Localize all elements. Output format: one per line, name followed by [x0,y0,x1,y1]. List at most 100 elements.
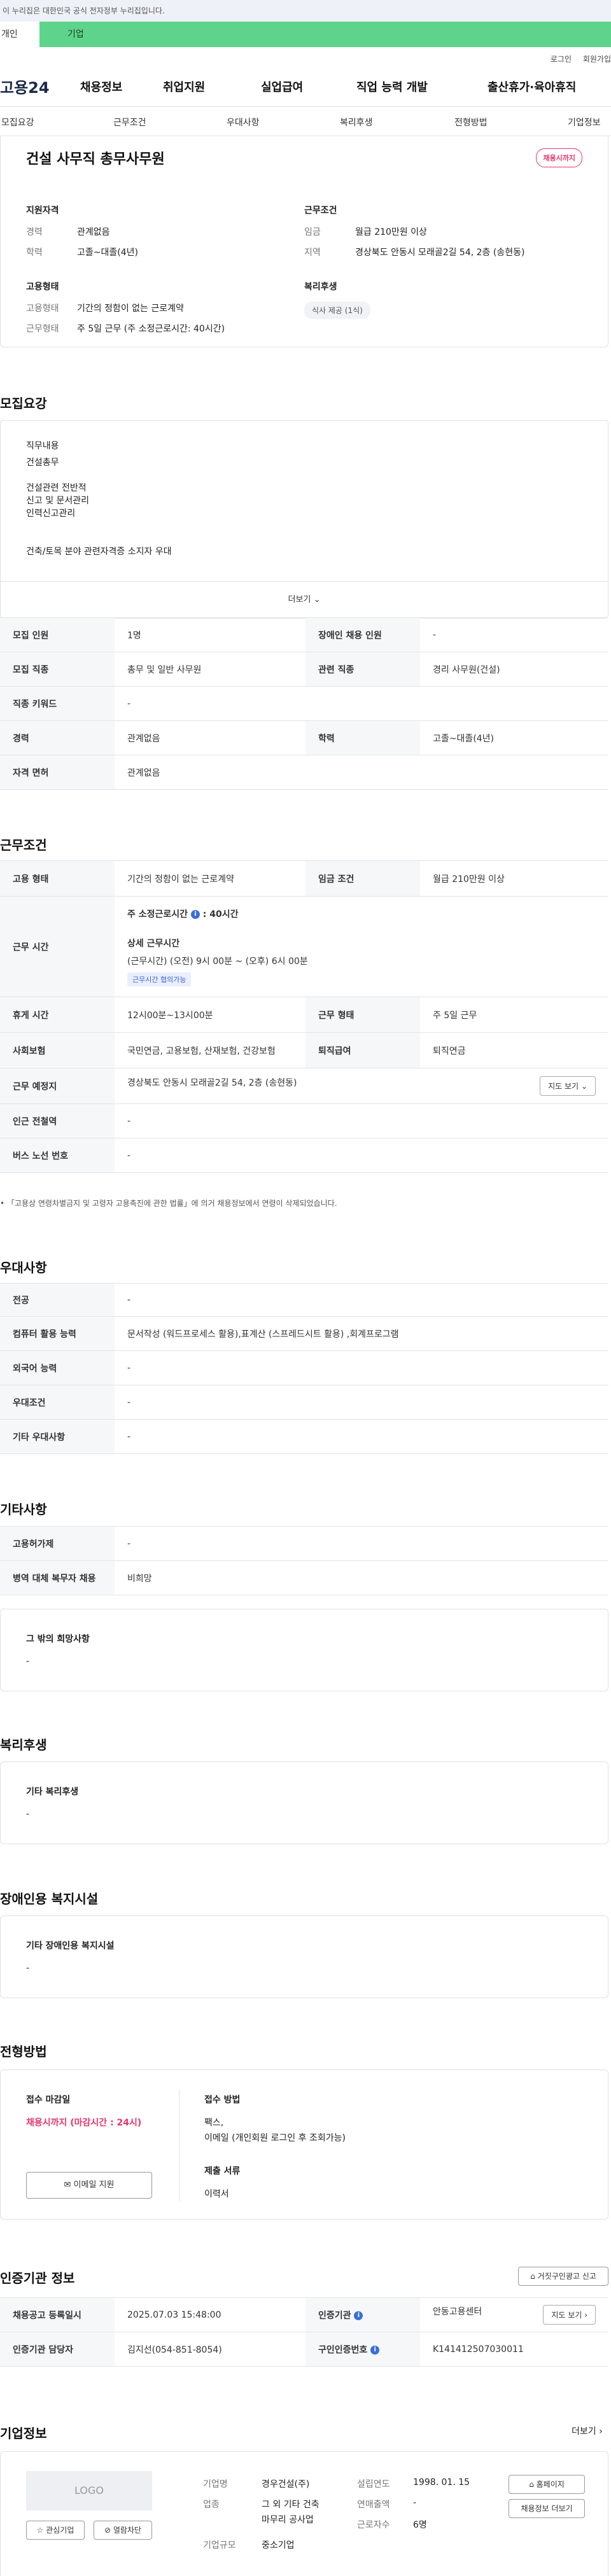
homepage-label: 홈페이지 [536,2480,565,2489]
work-table: 고용 형태 기간의 정함이 없는 근로계약 임금 조건 월급 210만원 이상 근무 … [0,860,608,1173]
gnb-item-employment-support[interactable]: 취업지원 [163,78,261,95]
gnb-item-unemployment[interactable]: 실업급여 [261,78,356,95]
home-icon: ⌂ [529,2480,534,2489]
cell-value: 총무 및 일반 사무원 [115,652,306,687]
cell-label: 근무 시간 [0,896,115,997]
recruit-heading: 모집요강 [0,396,47,411]
company-more-link[interactable]: 더보기 › [572,2425,603,2437]
chevron-right-icon: › [584,2311,587,2320]
cell-label: 근무 예정지 [0,1068,115,1104]
info-icon[interactable]: i [354,2311,363,2320]
cell-value: 월급 210만원 이상 [420,860,608,897]
page-title: 건설 사무직 총무사무원 [26,151,165,167]
cell-value: 주 5일 근무 [420,997,608,1033]
selection-box: 접수 마감일 채용시까지 (마감시간 : 24시) ✉ 이메일 지원 접수 방법… [0,2069,608,2220]
qual-label: 학력 [26,248,43,258]
cell-value: - [115,1526,608,1561]
map-view-button[interactable]: 지도 보기 ⌄ [540,1076,596,1096]
cell-label: 구인인증번호 [318,2344,368,2355]
employment-heading: 고용형태 [26,282,59,292]
work-heading: 근무조건 [0,837,47,853]
cell-label: 모집 인원 [0,617,115,652]
cell-label: 근무 형태 [306,997,420,1033]
favorite-label: 관심기업 [46,2526,74,2535]
emp-value: 주 5일 근무 (주 소정근로시간: 40시간) [77,324,225,334]
job-description-line: 신고 및 문서관리 [26,496,90,506]
job-description-line: 건설관련 전반적 [26,483,87,493]
cell-label: 장애인 채용 인원 [306,617,420,652]
qual-value: 고졸~대졸(4년) [77,248,138,258]
age-notice: • 「고용상 연령차별금지 및 고령자 고용촉진에 관한 법률」에 의거 채용정… [0,1199,337,1208]
favorite-company-button[interactable]: ☆ 관심기업 [26,2521,85,2540]
tab-company-info[interactable]: 기업정보 [568,116,601,129]
gov-notice: 이 누리집은 대한민국 공식 전자정부 누리집입니다. [0,0,611,22]
job-description: 직무내용 건설총무 건설관련 전반적 신고 및 문서관리 인력신고관리 건축/토목 분야 … [1,421,608,581]
cell-label: 직종 키워드 [0,686,115,721]
sales-value: - [413,2498,417,2508]
agency-map-button[interactable]: 지도 보기 › [543,2305,596,2325]
cell-label: 사회보험 [0,1032,115,1068]
agency-value-cell: 안동고용센터 지도 보기 › [420,2297,608,2332]
more-jobs-button[interactable]: 채용정보 더보기 [509,2499,585,2518]
cell-label: 경력 [0,720,115,755]
homepage-button[interactable]: ⌂ 홈페이지 [509,2475,585,2494]
cell-label: 병역 대체 복무자 채용 [0,1560,115,1595]
cell-label: 휴게 시간 [0,997,115,1033]
company-logo: LOGO [26,2471,152,2510]
chevron-down-icon: ⌄ [313,595,321,605]
report-fake-ad-button[interactable]: ⌂ 거짓구인광고 신고 [518,2267,608,2286]
gnb-item-jobs[interactable]: 채용정보 [80,78,163,95]
cell-value: 1명 [115,617,306,652]
login-link[interactable]: 로그인 [551,55,572,64]
tab-work-conditions[interactable]: 근무조건 [113,116,146,129]
cell-label: 자격 면허 [0,755,115,790]
global-nav: 고용24 채용정보 취업지원 실업급여 직업 능력 개발 출산휴가·육아휴직 [0,66,611,107]
info-icon[interactable]: i [370,2345,380,2355]
disabled-heading: 장애인용 복지시설 [0,1891,99,1907]
cell-label: 외국어 능력 [0,1350,115,1385]
company-name-value: 경우건설(주) [262,2479,310,2489]
sales-label: 연매출액 [357,2500,390,2510]
weekly-hours-value: : 40시간 [202,909,239,920]
agency-label-cell: 인증기관 i [306,2297,420,2332]
join-link[interactable]: 회원가입 [583,55,611,64]
cell-label: 고용 형태 [0,860,115,897]
docs-value: 이력서 [204,2189,229,2199]
weekly-hours-label: 주 소정근로시간 [127,909,188,920]
recruit-detail-box: 직무내용 건설총무 건설관련 전반적 신고 및 문서관리 인력신고관리 건축/토목 분야 … [0,420,608,619]
tab-selection[interactable]: 전형방법 [454,116,488,129]
status-badge: 채용시까지 [536,148,582,167]
welfare-heading: 복리후생 [304,282,337,292]
age-notice-text: 「고용상 연령차별금지 및 고령자 고용촉진에 관한 법률」에 의거 채용정보에… [6,1199,337,1208]
job-description-line: 건설총무 [26,458,59,468]
email-apply-button[interactable]: ✉ 이메일 지원 [26,2172,152,2199]
tab-welfare[interactable]: 복리후생 [340,116,373,129]
block-view-button[interactable]: ⊘ 열람차단 [94,2521,152,2540]
more-button[interactable]: 더보기 ⌄ [1,581,608,618]
cell-label: 전공 [0,1283,115,1317]
cell-value: - [115,1350,608,1385]
chevron-right-icon: › [599,2426,603,2437]
tab-personal[interactable]: 개인 [0,22,39,47]
tab-recruit[interactable]: 모집요강 [1,116,34,129]
gnb-item-leave[interactable]: 출산휴가·육아휴직 [488,78,576,95]
site-logo[interactable]: 고용24 [0,75,80,97]
company-heading: 기업정보 [0,2426,47,2441]
cell-label: 우대조건 [0,1385,115,1420]
cell-label: 인증기관 [318,2310,351,2321]
emp-label: 근무형태 [26,324,59,334]
tab-company[interactable]: 기업 [39,22,84,47]
num-label-cell: 구인인증번호 i [306,2332,420,2367]
pref-table: 전공 - 컴퓨터 활용 능력 문서작성 (워드프로세스 활용),표계산 (스프레드시… [0,1283,608,1454]
emp-label: 고용형태 [26,304,59,314]
founded-label: 설립연도 [357,2479,390,2489]
cell-value: - [115,1385,608,1420]
tab-preferences[interactable]: 우대사항 [227,116,260,129]
detail-hours-label: 상세 근무시간 [127,938,180,949]
email-apply-label: 이메일 지원 [73,2180,115,2190]
info-icon[interactable]: i [190,909,200,919]
gnb-item-training[interactable]: 직업 능력 개발 [356,78,488,95]
employees-label: 근로자수 [357,2520,390,2530]
block-label: 열람차단 [113,2526,142,2535]
flexible-hours-tag: 근무시간 협의가능 [127,972,192,986]
